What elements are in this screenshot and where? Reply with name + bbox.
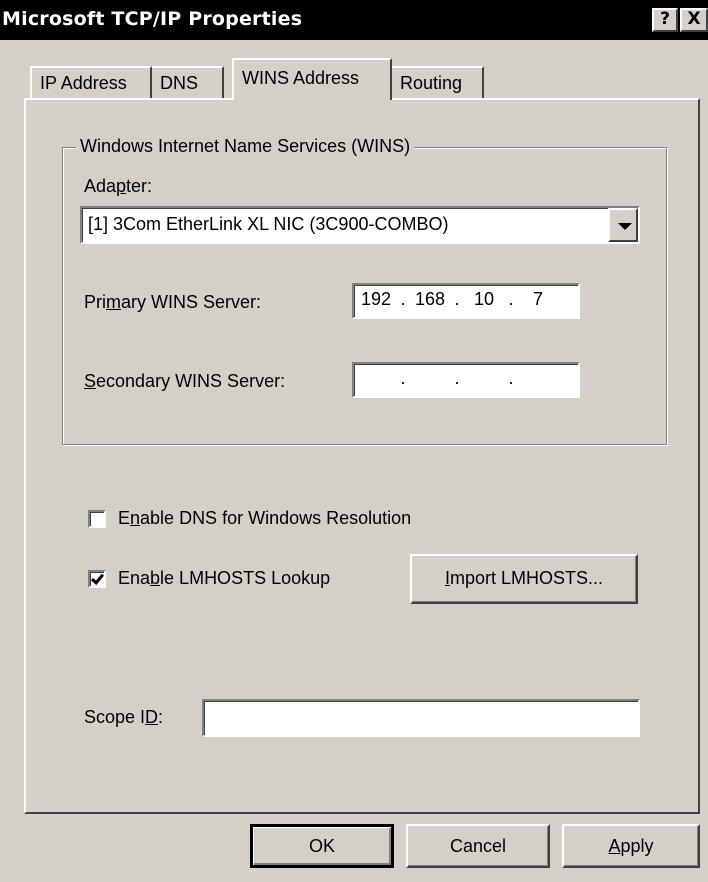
secondary-ip-octet-1[interactable] [354,368,398,396]
adapter-label-accel: p [116,176,127,196]
window-title: Microsoft TCP/IP Properties [2,8,303,30]
wins-group-title: Windows Internet Name Services (WINS) [76,136,415,157]
apply-post: pply [620,836,654,856]
secondary-label-accel: S [84,371,97,391]
primary-wins-label: Primary WINS Server: [84,292,261,313]
primary-label-accel: m [106,292,121,312]
enable-lmhosts-pre: Ena [118,568,151,588]
tcpip-properties-dialog: Microsoft TCP/IP Properties ? X IP Addre… [0,0,708,882]
enable-lmhosts-post: le LMHOSTS Lookup [160,568,331,588]
primary-label-pre: Pri [84,292,106,312]
ip-dot: . [400,289,406,309]
scope-id-label: Scope ID: [84,707,163,728]
ip-dot: . [508,289,514,309]
apply-button[interactable]: Apply [562,824,700,868]
enable-dns-pre: E [118,508,131,528]
enable-lmhosts-checkbox[interactable] [88,570,106,588]
adapter-label-pre: Ada [84,176,117,196]
ip-dot: . [400,368,406,388]
adapter-label-post: ter: [126,176,153,196]
help-button[interactable]: ? [652,8,678,32]
tab-ip-address[interactable]: IP Address [30,66,152,98]
enable-lmhosts-accel: b [150,568,161,588]
secondary-label-post: econdary WINS Server: [96,371,286,391]
import-lmhosts-button[interactable]: Import LMHOSTS... [410,554,638,604]
scope-id-input[interactable] [202,699,640,737]
dropdown-arrow-icon[interactable] [608,208,638,242]
secondary-ip-octet-3[interactable] [462,368,506,396]
primary-ip-octet-4[interactable]: 7 [516,289,560,317]
primary-ip-octet-2[interactable]: 168 [408,289,452,317]
adapter-select[interactable]: [1] 3Com EtherLink XL NIC (3C900-COMBO) [80,206,640,244]
close-button[interactable]: X [680,8,708,32]
scope-label-accel: D [145,707,159,727]
enable-dns-accel: n [130,508,141,528]
enable-lmhosts-label[interactable]: Enable LMHOSTS Lookup [118,568,330,589]
secondary-wins-label: Secondary WINS Server: [84,371,285,392]
secondary-wins-ip-field[interactable]: . . . [352,362,580,398]
ip-dot: . [454,368,460,388]
ip-dot: . [508,368,514,388]
secondary-ip-octet-4[interactable] [516,368,560,396]
title-bar: Microsoft TCP/IP Properties ? X [0,0,708,40]
primary-label-post: ary WINS Server: [121,292,262,312]
import-post: mport LMHOSTS... [449,568,604,588]
secondary-ip-octet-2[interactable] [408,368,452,396]
enable-dns-label[interactable]: Enable DNS for Windows Resolution [118,508,411,529]
cancel-button[interactable]: Cancel [406,824,550,868]
adapter-select-value: [1] 3Com EtherLink XL NIC (3C900-COMBO) [88,214,449,234]
scope-label-post: : [158,707,164,727]
enable-dns-checkbox[interactable] [88,510,106,528]
tab-routing[interactable]: Routing [392,66,484,98]
apply-accel: A [608,836,621,856]
scope-label-pre: Scope I [84,707,146,727]
primary-ip-octet-3[interactable]: 10 [462,289,506,317]
ok-button[interactable]: OK [250,824,394,868]
adapter-label: Adapter: [84,176,152,197]
tab-dns[interactable]: DNS [152,66,224,98]
primary-ip-octet-1[interactable]: 192 [354,289,398,317]
ip-dot: . [454,289,460,309]
primary-wins-ip-field[interactable]: 192 . 168 . 10 . 7 [352,283,580,319]
enable-dns-post: able DNS for Windows Resolution [140,508,412,528]
tab-wins-address[interactable]: WINS Address [232,58,392,100]
